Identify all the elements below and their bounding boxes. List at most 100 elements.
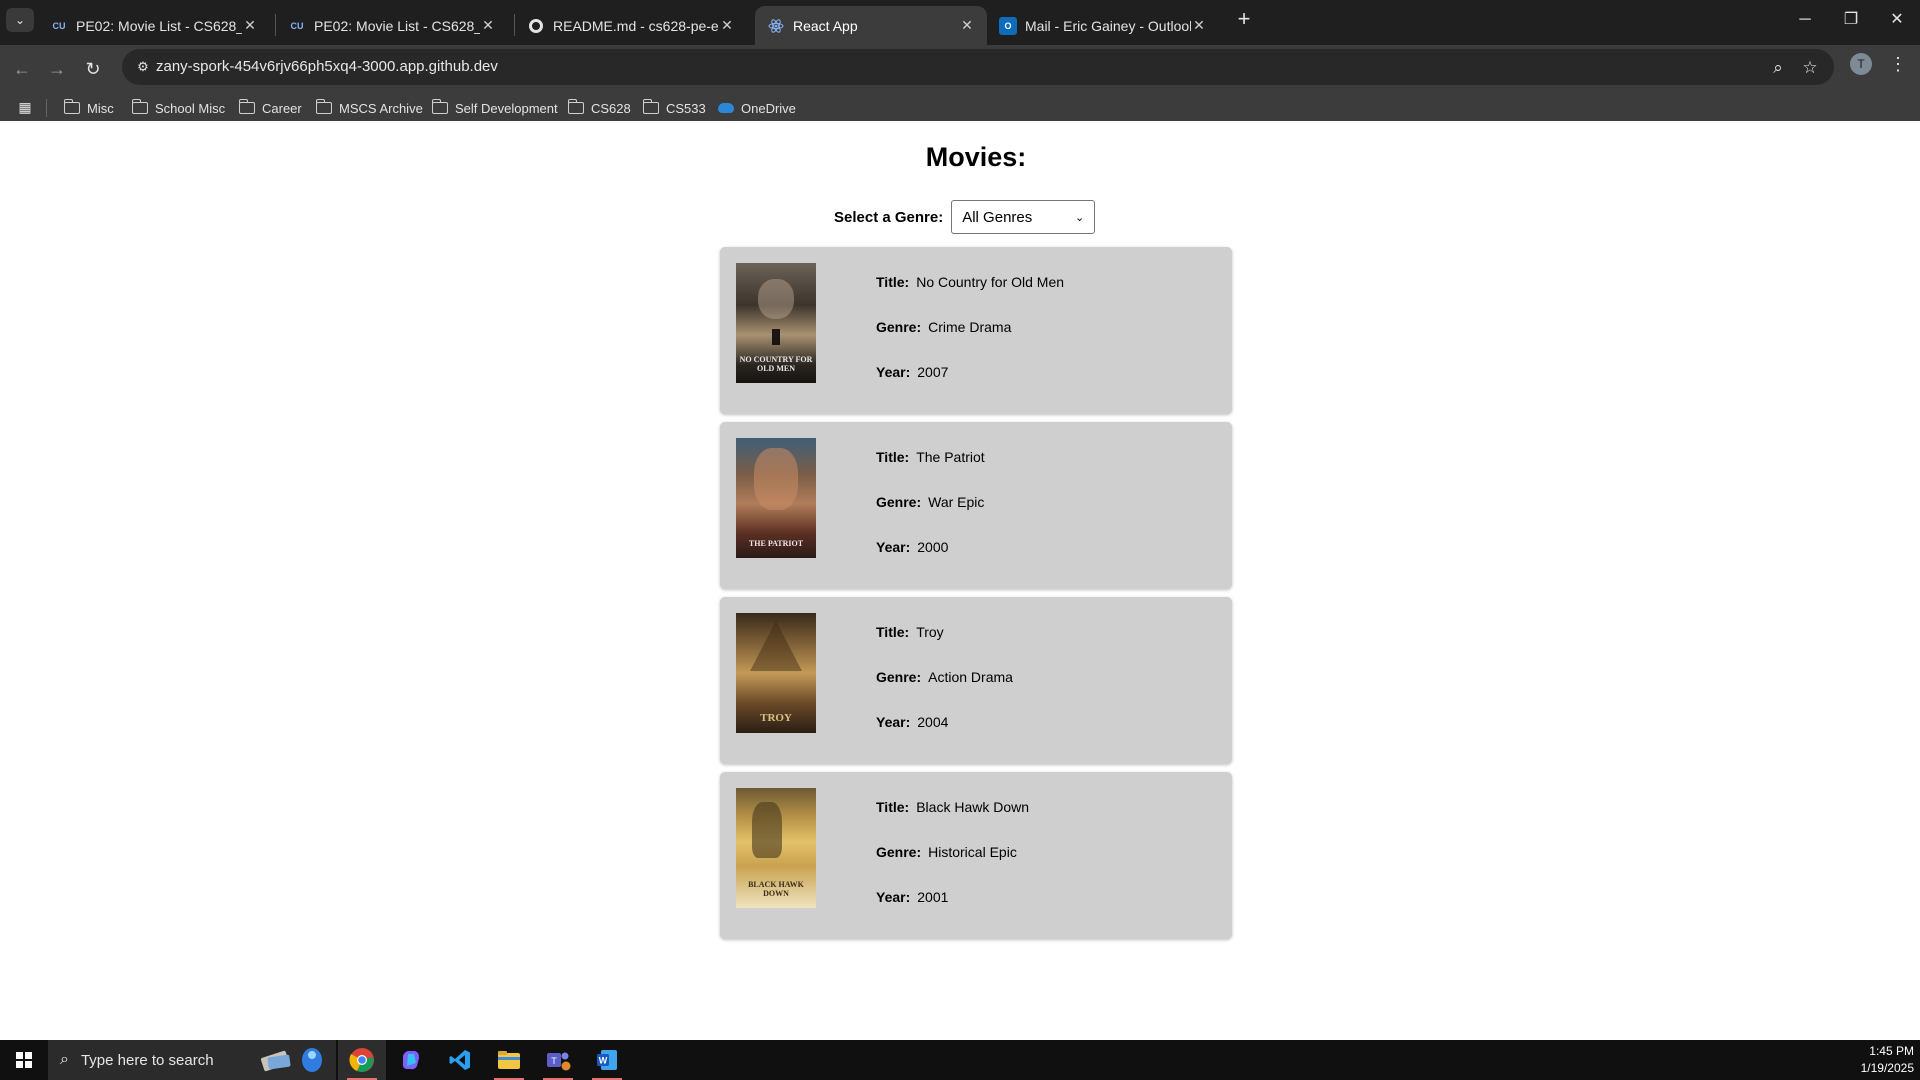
new-tab-button[interactable]: + bbox=[1232, 8, 1256, 32]
movie-year-field: Year: 2001 bbox=[876, 889, 948, 905]
onedrive-icon bbox=[718, 103, 734, 113]
reload-button[interactable]: ↻ bbox=[81, 57, 105, 81]
tab-pe02-movie-list-1[interactable]: CU PE02: Movie List - CS628_01_OL ✕ bbox=[38, 6, 270, 45]
bookmark-self-development[interactable]: Self Development bbox=[431, 97, 558, 119]
movie-title-field: Title: Troy bbox=[876, 624, 944, 640]
poster-title-text: NO COUNTRY FOR OLD MEN bbox=[739, 355, 813, 373]
bookmark-misc[interactable]: Misc bbox=[63, 97, 114, 119]
tab-title: README.md - cs628-pe-eric [Co bbox=[553, 17, 719, 34]
bookmark-label: CS533 bbox=[666, 100, 706, 116]
bookmark-label: Career bbox=[262, 100, 302, 116]
movie-genre-field: Genre: Historical Epic bbox=[876, 844, 1017, 860]
bookmark-cs533[interactable]: CS533 bbox=[642, 97, 706, 119]
field-label: Year: bbox=[876, 714, 911, 730]
bookmark-cs628[interactable]: CS628 bbox=[567, 97, 631, 119]
taskbar-vscode[interactable] bbox=[436, 1040, 484, 1080]
taskbar-copilot[interactable] bbox=[387, 1040, 435, 1080]
genre-select-label: Select a Genre: bbox=[834, 208, 944, 226]
movie-genre-value: Historical Epic bbox=[928, 844, 1017, 860]
taskbar-teams[interactable]: T bbox=[534, 1040, 582, 1080]
bookmarks-divider bbox=[46, 99, 47, 117]
vscode-icon bbox=[449, 1050, 470, 1070]
close-icon[interactable]: ✕ bbox=[1191, 17, 1207, 34]
minimize-button[interactable]: ─ bbox=[1782, 6, 1828, 34]
field-label: Genre: bbox=[876, 669, 922, 685]
field-label: Genre: bbox=[876, 844, 922, 860]
folder-icon bbox=[642, 99, 659, 114]
movie-card: THE PATRIOT Title: The Patriot Genre: War … bbox=[720, 422, 1232, 589]
taskbar-file-explorer[interactable] bbox=[485, 1040, 533, 1080]
close-icon[interactable]: ✕ bbox=[480, 17, 496, 34]
movie-year-value: 2001 bbox=[917, 889, 949, 905]
tab-title: PE02: Movie List - CS628_01_OL bbox=[76, 17, 242, 34]
address-bar[interactable]: ⚙ zany-spork-454v6rjv66ph5xq4-3000.app.g… bbox=[122, 49, 1834, 85]
back-button[interactable]: ← bbox=[10, 57, 34, 81]
movie-title-field: Title: No Country for Old Men bbox=[876, 274, 1064, 290]
start-button[interactable] bbox=[0, 1040, 48, 1080]
movie-genre-field: Genre: Action Drama bbox=[876, 669, 1013, 685]
bookmark-mscs-archive[interactable]: MSCS Archive bbox=[315, 97, 423, 119]
apps-grid-icon[interactable]: ▦ bbox=[16, 99, 34, 117]
movie-year-field: Year: 2007 bbox=[876, 364, 948, 380]
movie-title-value: The Patriot bbox=[916, 449, 985, 465]
bookmark-label: Misc bbox=[87, 100, 114, 116]
field-label: Year: bbox=[876, 889, 911, 905]
tab-title: Mail - Eric Gainey - Outlook bbox=[1025, 17, 1191, 34]
tab-search-button[interactable]: ⌄ bbox=[6, 8, 34, 32]
poster-title-text: TROY bbox=[760, 712, 792, 724]
tab-readme-github[interactable]: README.md - cs628-pe-eric [Co ✕ bbox=[515, 6, 747, 45]
field-label: Title: bbox=[876, 274, 910, 290]
copilot-icon bbox=[402, 1050, 419, 1070]
site-info-icon[interactable]: ⚙ bbox=[134, 58, 152, 76]
poster-face-shape bbox=[754, 448, 798, 510]
movie-title-field: Title: Black Hawk Down bbox=[876, 799, 1029, 815]
tab-strip: ⌄ CU PE02: Movie List - CS628_01_OL ✕ CU… bbox=[0, 0, 1920, 45]
movie-year-field: Year: 2000 bbox=[876, 539, 948, 555]
close-icon[interactable]: ✕ bbox=[719, 17, 735, 34]
genre-select-value: All Genres bbox=[962, 208, 1033, 226]
windows-taskbar: ⌕ Type here to search T W 1:45 PM 1/19/2… bbox=[0, 1040, 1920, 1080]
close-window-button[interactable]: ✕ bbox=[1874, 6, 1920, 34]
bookmark-onedrive[interactable]: OneDrive bbox=[718, 97, 796, 119]
bookmark-label: School Misc bbox=[155, 100, 226, 116]
bookmark-label: OneDrive bbox=[741, 100, 796, 116]
taskbar-chrome[interactable] bbox=[338, 1040, 386, 1080]
poster-face-shape bbox=[758, 279, 794, 319]
poster-soldier-shape bbox=[752, 802, 782, 858]
bookmark-school-misc[interactable]: School Misc bbox=[131, 97, 226, 119]
movie-year-value: 2004 bbox=[917, 714, 949, 730]
folder-icon bbox=[238, 99, 255, 114]
taskbar-word[interactable]: W bbox=[583, 1040, 631, 1080]
close-icon[interactable]: ✕ bbox=[959, 17, 975, 34]
react-icon bbox=[767, 17, 785, 35]
url-text[interactable]: zany-spork-454v6rjv66ph5xq4-3000.app.git… bbox=[156, 58, 498, 75]
tab-pe02-movie-list-2[interactable]: CU PE02: Movie List - CS628_01_OL ✕ bbox=[276, 6, 508, 45]
chevron-down-icon: ⌄ bbox=[14, 13, 26, 27]
poster-title-text: BLACK HAWK DOWN bbox=[748, 880, 804, 898]
movie-genre-value: War Epic bbox=[928, 494, 985, 510]
genre-select[interactable]: All Genres ⌄ bbox=[951, 200, 1096, 234]
zoom-icon[interactable]: ⌕ bbox=[1768, 58, 1788, 78]
github-icon bbox=[527, 17, 545, 35]
movie-genre-field: Genre: Crime Drama bbox=[876, 319, 1011, 335]
bookmark-career[interactable]: Career bbox=[238, 97, 302, 119]
clock-time: 1:45 PM bbox=[1869, 1044, 1914, 1058]
restore-button[interactable]: ❐ bbox=[1828, 6, 1874, 34]
search-highlight-image[interactable] bbox=[256, 1046, 332, 1074]
tab-title: PE02: Movie List - CS628_01_OL bbox=[314, 17, 480, 34]
tab-outlook-mail[interactable]: O Mail - Eric Gainey - Outlook ✕ bbox=[987, 6, 1219, 45]
system-clock[interactable]: 1:45 PM 1/19/2025 bbox=[1861, 1043, 1914, 1077]
movie-genre-field: Genre: War Epic bbox=[876, 494, 984, 510]
field-label: Genre: bbox=[876, 319, 922, 335]
close-icon[interactable]: ✕ bbox=[242, 17, 258, 34]
tab-react-app[interactable]: React App ✕ bbox=[755, 6, 987, 45]
windows-logo-icon bbox=[16, 1052, 32, 1068]
movie-card: TROY Title: Troy Genre: Action Drama Year:… bbox=[720, 597, 1232, 764]
field-label: Genre: bbox=[876, 494, 922, 510]
profile-avatar[interactable]: T bbox=[1850, 53, 1872, 75]
forward-button[interactable]: → bbox=[45, 57, 69, 81]
movie-title-field: Title: The Patriot bbox=[876, 449, 985, 465]
field-label: Title: bbox=[876, 449, 910, 465]
bookmark-star-icon[interactable]: ☆ bbox=[1800, 58, 1820, 78]
browser-menu-icon[interactable]: ⋮ bbox=[1888, 53, 1908, 75]
